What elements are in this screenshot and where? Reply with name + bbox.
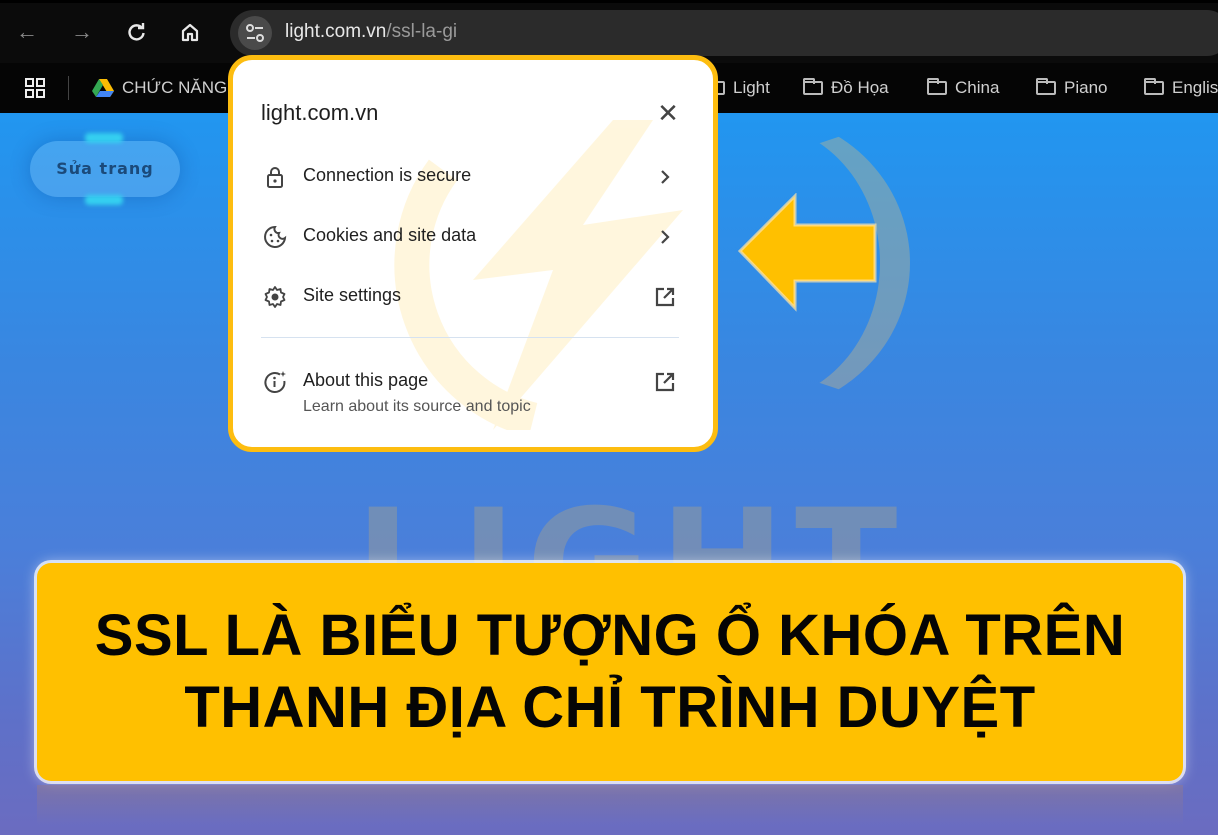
lock-icon (267, 167, 283, 188)
pointer-arrow-icon (737, 193, 877, 312)
folder-icon (927, 78, 947, 95)
menu-item-site-settings[interactable]: Site settings (233, 277, 713, 317)
bookmark-item[interactable]: Piano (1036, 76, 1107, 100)
bookmark-label: Englis (1172, 78, 1218, 97)
cookie-icon (264, 225, 287, 248)
banner-line-2: THANH ĐỊA CHỈ TRÌNH DUYỆT (184, 675, 1036, 740)
menu-item-label: About this page (303, 370, 429, 390)
tune-icon (246, 24, 264, 42)
reload-button[interactable] (122, 17, 152, 47)
url-domain: light.com.vn (285, 21, 387, 42)
bookmark-item[interactable]: Đồ Họa (803, 76, 889, 100)
bookmark-item[interactable]: Englis (1144, 76, 1218, 100)
folder-icon (1036, 78, 1056, 95)
bookmark-label: CHỨC NĂNG (122, 78, 228, 97)
popup-divider (261, 337, 679, 338)
banner-reflection (37, 785, 1183, 825)
menu-item-sublabel: Learn about its source and topic (303, 398, 531, 415)
forward-button[interactable]: → (67, 17, 97, 47)
caption-banner: SSL LÀ BIỂU TƯỢNG Ổ KHÓA TRÊN THANH ĐỊA … (37, 563, 1183, 781)
site-info-button[interactable] (238, 16, 272, 50)
menu-item-label: Site settings (303, 285, 402, 305)
banner-line-1: SSL LÀ BIỂU TƯỢNG Ổ KHÓA TRÊN (94, 603, 1126, 668)
reload-icon (128, 23, 145, 41)
open-in-new-icon (655, 287, 675, 307)
popup-title: light.com.vn (261, 100, 379, 125)
home-button[interactable] (175, 17, 205, 47)
close-icon: ✕ (657, 98, 679, 128)
bookmark-item[interactable]: CHỨC NĂNG (92, 76, 227, 100)
back-button[interactable]: ← (12, 17, 42, 47)
open-in-new-icon (655, 372, 675, 392)
bookmark-label: Light (733, 78, 770, 97)
edit-page-button[interactable]: Sửa trang (30, 141, 180, 197)
info-sparkle-icon (264, 371, 286, 393)
bookmark-label: Piano (1064, 78, 1108, 97)
menu-item-cookies[interactable]: Cookies and site data (233, 217, 713, 257)
bookmark-item[interactable]: China (927, 76, 999, 100)
menu-item-label: Cookies and site data (303, 225, 477, 245)
bookmark-label: Đồ Họa (831, 78, 889, 97)
address-bar[interactable]: light.com.vn/ssl-la-gi (230, 10, 1218, 56)
bookmarks-divider (68, 76, 69, 100)
close-button[interactable]: ✕ (653, 98, 683, 128)
menu-item-about-page[interactable]: About this page Learn about its source a… (233, 362, 713, 422)
apps-button[interactable] (24, 76, 46, 100)
google-drive-icon (92, 79, 114, 97)
chevron-right-icon (661, 170, 670, 184)
apps-grid-icon (25, 78, 45, 98)
folder-icon (803, 78, 823, 95)
home-icon (181, 23, 199, 42)
menu-item-connection[interactable]: Connection is secure (233, 157, 713, 197)
browser-toolbar: ← → light.com.vn/ssl-la-gi (0, 0, 1218, 63)
menu-item-label: Connection is secure (303, 165, 472, 185)
chevron-right-icon (661, 230, 670, 244)
gear-icon (264, 286, 286, 308)
arrow-left-icon: ← (16, 19, 38, 44)
folder-icon (1144, 78, 1164, 95)
url-text[interactable]: light.com.vn/ssl-la-gi (285, 21, 457, 43)
url-path: /ssl-la-gi (386, 21, 458, 42)
bookmark-label: China (955, 78, 1000, 97)
arrow-right-icon: → (71, 19, 93, 44)
site-info-popup: light.com.vn ✕ Connection is secure Cook… (228, 55, 718, 452)
